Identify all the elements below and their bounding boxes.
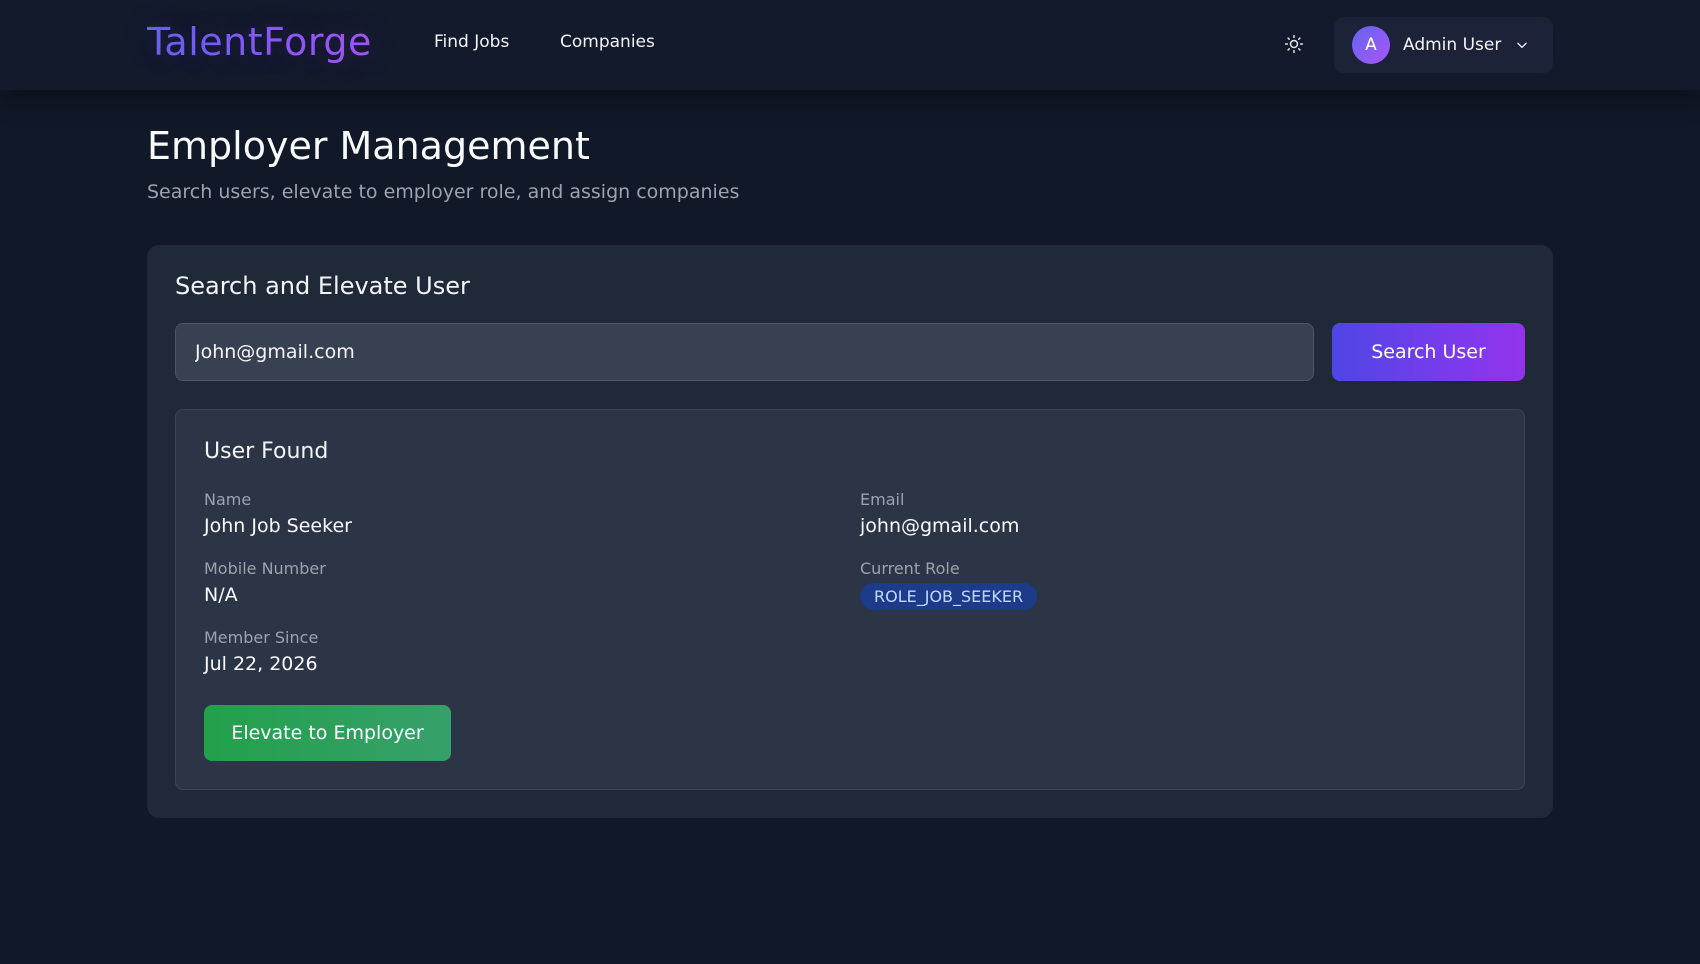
- field-name: Name John Job Seeker: [204, 490, 352, 538]
- result-title: User Found: [204, 439, 329, 464]
- field-email: Email john@gmail.com: [860, 490, 1019, 538]
- field-label: Name: [204, 490, 252, 509]
- page-title: Employer Management: [147, 124, 590, 168]
- search-input[interactable]: [175, 323, 1314, 381]
- chevron-down-icon: [1515, 38, 1529, 52]
- top-navbar: TalentForge Find Jobs Companies A Admin …: [0, 0, 1700, 90]
- field-label: Mobile Number: [204, 559, 326, 578]
- field-value: N/A: [204, 584, 238, 606]
- role-badge: ROLE_JOB_SEEKER: [860, 583, 1038, 610]
- theme-toggle-button[interactable]: [1282, 32, 1306, 56]
- search-user-button[interactable]: Search User: [1332, 323, 1525, 381]
- field-member-since: Member Since Jul 22, 2026: [204, 628, 318, 676]
- page-subtitle: Search users, elevate to employer role, …: [147, 181, 740, 203]
- user-name: Admin User: [1403, 35, 1502, 55]
- field-label: Member Since: [204, 628, 319, 647]
- card-title: Search and Elevate User: [175, 272, 470, 300]
- field-label: Email: [860, 490, 905, 509]
- field-label: Current Role: [860, 559, 960, 578]
- app-logo[interactable]: TalentForge: [147, 20, 372, 64]
- search-elevate-card: Search and Elevate User Search User User…: [147, 245, 1553, 818]
- user-result-panel: User Found Name John Job Seeker Email jo…: [175, 409, 1525, 790]
- nav-link-find-jobs[interactable]: Find Jobs: [434, 32, 509, 52]
- field-role: Current Role ROLE_JOB_SEEKER: [860, 559, 1038, 610]
- nav-link-companies[interactable]: Companies: [560, 32, 655, 52]
- field-value: John Job Seeker: [204, 515, 352, 537]
- sun-icon: [1284, 34, 1304, 54]
- elevate-to-employer-button[interactable]: Elevate to Employer: [204, 705, 451, 761]
- user-menu-button[interactable]: A Admin User: [1334, 17, 1553, 73]
- field-value: john@gmail.com: [860, 515, 1020, 537]
- field-mobile: Mobile Number N/A: [204, 559, 326, 607]
- avatar: A: [1352, 26, 1390, 64]
- field-value: Jul 22, 2026: [204, 653, 318, 675]
